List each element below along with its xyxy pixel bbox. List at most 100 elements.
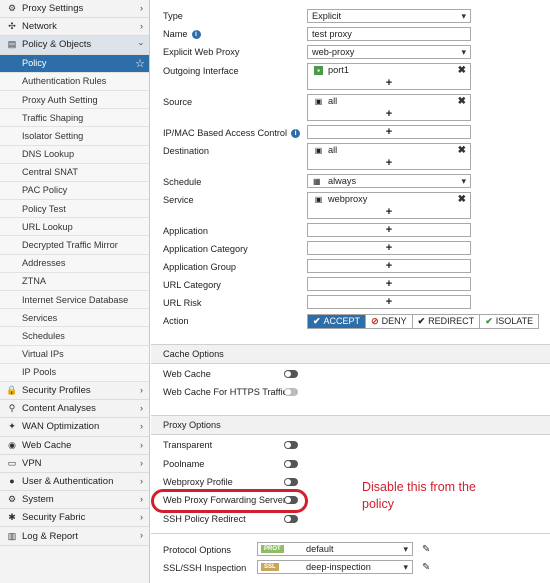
protocol-options-select[interactable]: PROT default <box>257 542 413 556</box>
nav-user-authentication[interactable]: ● User & Authentication › <box>0 473 149 492</box>
action-label: Action <box>163 316 189 326</box>
web-cache-https-toggle[interactable] <box>284 388 298 396</box>
nav-content-analyses[interactable]: ⚲ Content Analyses › <box>0 400 149 419</box>
web-cache-toggle[interactable] <box>284 370 298 378</box>
remove-icon[interactable]: ✖ <box>458 193 466 206</box>
ipmac-add-button[interactable]: + <box>307 125 471 139</box>
sidebar-item-isolator-setting[interactable]: Isolator Setting <box>0 127 149 146</box>
sidebar-item-traffic-shaping[interactable]: Traffic Shaping <box>0 109 149 128</box>
port-icon: ▪ <box>314 66 323 75</box>
url-category-add-button[interactable]: + <box>307 277 471 291</box>
check-icon: ✔ <box>485 316 493 326</box>
info-icon[interactable]: i <box>191 30 201 40</box>
sidebar-item-label: Central SNAT <box>22 167 78 178</box>
nav-log-report[interactable]: ▥ Log & Report › <box>0 527 149 546</box>
nav-network[interactable]: ✣ Network › <box>0 18 149 37</box>
star-icon[interactable]: ☆ <box>135 57 145 70</box>
accept-button[interactable]: ✔ ACCEPT <box>308 315 367 328</box>
sidebar-item-authentication-rules[interactable]: Authentication Rules <box>0 72 149 91</box>
nav-wan-optimization[interactable]: ✦ WAN Optimization › <box>0 418 149 437</box>
sidebar-item-ztna[interactable]: ZTNA <box>0 272 149 291</box>
sidebar-item-decrypted-traffic-mirror[interactable]: Decrypted Traffic Mirror <box>0 236 149 255</box>
transparent-toggle[interactable] <box>284 441 298 449</box>
sidebar-item-services[interactable]: Services <box>0 309 149 328</box>
app-group-add-button[interactable]: + <box>307 259 471 273</box>
remove-icon[interactable]: ✖ <box>458 95 466 108</box>
outgoing-interface-label: Outgoing Interface <box>163 66 239 76</box>
explicit-proxy-select[interactable]: web-proxy <box>307 45 471 59</box>
add-destination-button[interactable]: + <box>308 157 470 169</box>
service-value: webproxy <box>328 194 368 204</box>
poolname-toggle[interactable] <box>284 460 298 468</box>
outgoing-interface-field[interactable]: ▪ port1 ✖ + <box>307 63 471 90</box>
destination-field[interactable]: ▣ all ✖ + <box>307 143 471 170</box>
sidebar-item-internet-service-database[interactable]: Internet Service Database <box>0 291 149 310</box>
nav-label: Network <box>22 21 57 33</box>
sidebar-item-policy[interactable]: Policy ☆ <box>0 54 149 73</box>
schedule-select[interactable]: ▦ always <box>307 174 471 188</box>
cache-icon: ◉ <box>8 439 16 450</box>
edit-pencil-icon[interactable]: ✎ <box>422 562 430 573</box>
web-cache-https-label: Web Cache For HTTPS Traffic <box>163 387 288 397</box>
schedule-value: always <box>328 176 357 186</box>
address-icon: ▣ <box>314 146 323 155</box>
nav-security-profiles[interactable]: 🔒 Security Profiles › <box>0 382 149 401</box>
source-field[interactable]: ▣ all ✖ + <box>307 94 471 121</box>
isolate-button[interactable]: ✔ ISOLATE <box>480 315 539 328</box>
url-risk-add-button[interactable]: + <box>307 295 471 309</box>
remove-icon[interactable]: ✖ <box>458 144 466 157</box>
sidebar-item-ip-pools[interactable]: IP Pools <box>0 363 149 382</box>
webproxy-profile-label: Webproxy Profile <box>163 477 233 487</box>
add-source-button[interactable]: + <box>308 108 470 120</box>
outgoing-interface-entry[interactable]: ▪ port1 ✖ <box>308 64 470 77</box>
nav-system[interactable]: ⚙ System › <box>0 491 149 510</box>
outgoing-interface-value: port1 <box>328 65 349 75</box>
sidebar-item-proxy-auth-setting[interactable]: Proxy Auth Setting <box>0 90 149 110</box>
application-label: Application <box>163 226 208 236</box>
nav-policy-objects[interactable]: ▤ Policy & Objects › <box>0 36 149 55</box>
add-service-button[interactable]: + <box>308 206 470 218</box>
name-input[interactable]: test proxy <box>307 27 471 41</box>
service-entry[interactable]: ▣ webproxy ✖ <box>308 193 470 206</box>
chevron-right-icon: › <box>140 3 143 13</box>
app-category-add-button[interactable]: + <box>307 241 471 255</box>
nav-lower-groups: 🔒 Security Profiles › ⚲ Content Analyses › ✦ WA… <box>0 382 149 546</box>
edit-pencil-icon[interactable]: ✎ <box>422 544 430 555</box>
sidebar-item-pac-policy[interactable]: PAC Policy <box>0 181 149 201</box>
deny-button[interactable]: ⊘ DENY <box>366 315 413 328</box>
transparent-label: Transparent <box>163 440 213 450</box>
sidebar-item-url-lookup[interactable]: URL Lookup <box>0 218 149 237</box>
redirect-button[interactable]: ✔ REDIRECT <box>412 315 481 328</box>
user-icon: ● <box>9 476 15 487</box>
sidebar-item-policy-test[interactable]: Policy Test <box>0 200 149 219</box>
protocol-options-value: default <box>306 544 334 554</box>
monitor-icon: ▭ <box>7 457 17 468</box>
sidebar-item-addresses[interactable]: Addresses <box>0 254 149 273</box>
destination-entry[interactable]: ▣ all ✖ <box>308 144 470 157</box>
sidebar-item-label: DNS Lookup <box>22 149 75 160</box>
webproxy-profile-toggle[interactable] <box>284 478 298 486</box>
sidebar-item-label: Internet Service Database <box>22 294 129 305</box>
type-select[interactable]: Explicit <box>307 9 471 23</box>
source-entry[interactable]: ▣ all ✖ <box>308 95 470 108</box>
ssh-redirect-label: SSH Policy Redirect <box>163 514 246 524</box>
service-field[interactable]: ▣ webproxy ✖ + <box>307 192 471 219</box>
web-cache-label: Web Cache <box>163 369 211 379</box>
sidebar-item-dns-lookup[interactable]: DNS Lookup <box>0 145 149 164</box>
add-outgoing-button[interactable]: + <box>308 77 470 89</box>
sidebar-item-virtual-ips[interactable]: Virtual IPs <box>0 345 149 364</box>
nav-proxy-settings[interactable]: ⚙ Proxy Settings › <box>0 0 149 19</box>
ssh-redirect-toggle[interactable] <box>284 515 298 523</box>
sidebar-item-central-snat[interactable]: Central SNAT <box>0 163 149 182</box>
annotation-highlight-ring <box>151 489 308 513</box>
ssl-inspection-select[interactable]: SSL deep-inspection <box>257 560 413 574</box>
sidebar-item-schedules[interactable]: Schedules <box>0 327 149 346</box>
nav-security-fabric[interactable]: ✱ Security Fabric › <box>0 509 149 528</box>
nav-web-cache[interactable]: ◉ Web Cache › <box>0 437 149 455</box>
chevron-right-icon: › <box>140 494 143 505</box>
remove-icon[interactable]: ✖ <box>458 64 466 77</box>
info-icon[interactable]: i <box>291 129 301 139</box>
application-add-button[interactable]: + <box>307 223 471 237</box>
nav-vpn[interactable]: ▭ VPN › <box>0 455 149 473</box>
chevron-right-icon: › <box>140 403 143 414</box>
